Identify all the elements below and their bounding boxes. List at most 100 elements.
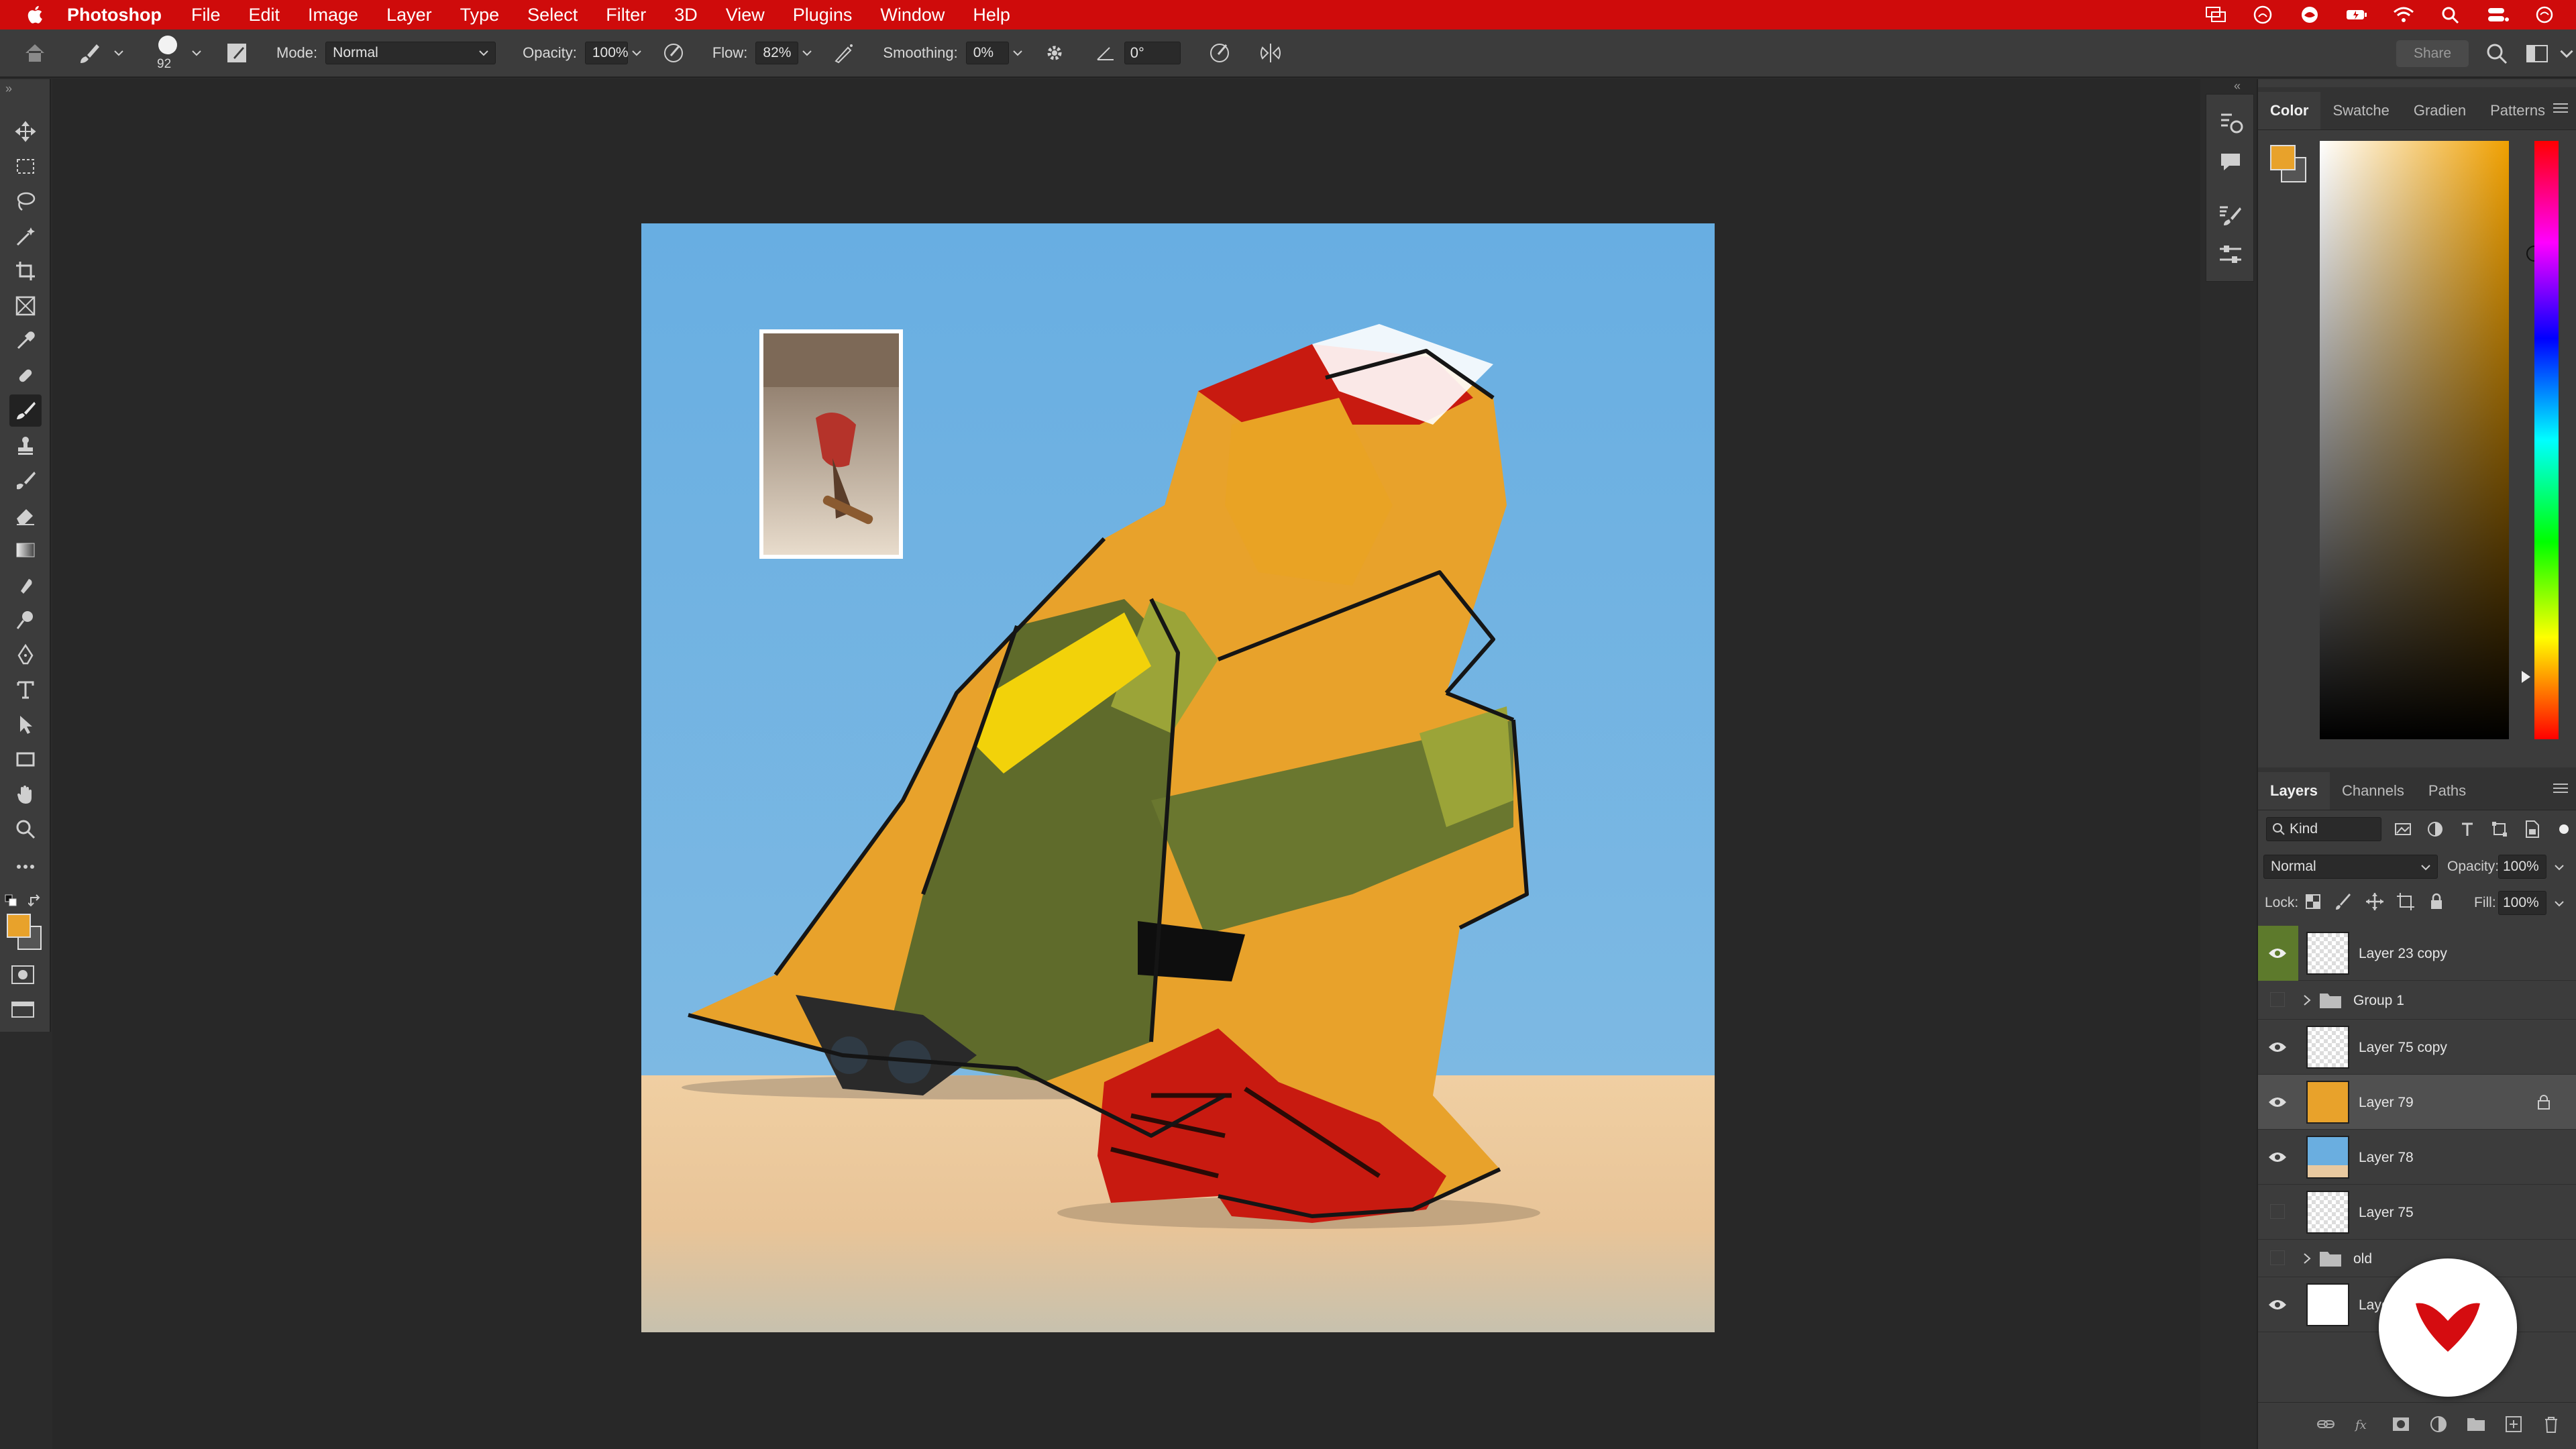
tab-paths[interactable]: Paths — [2416, 772, 2478, 810]
magic-wand-tool[interactable] — [9, 220, 42, 252]
workspace-icon[interactable] — [2525, 42, 2549, 66]
color-picker-field[interactable] — [2320, 141, 2542, 739]
document-canvas[interactable] — [641, 223, 1715, 1332]
creative-cloud-icon[interactable] — [2251, 5, 2274, 25]
adjustment-layer-filter-icon[interactable] — [2424, 818, 2446, 840]
layer-row[interactable]: Layer 75 copy — [2258, 1020, 2576, 1075]
lock-artboard-icon[interactable] — [2395, 891, 2416, 912]
flow-field[interactable]: 82% — [755, 42, 799, 64]
panel-menu-icon[interactable] — [2552, 102, 2569, 114]
lock-position-icon[interactable] — [2364, 891, 2385, 912]
hue-slider[interactable] — [2534, 141, 2559, 739]
layer-row[interactable]: Layer 78 — [2258, 1130, 2576, 1185]
layer-row-selected[interactable]: Layer 79 — [2258, 1075, 2576, 1130]
menu-edit[interactable]: Edit — [249, 5, 280, 25]
more-tools[interactable] — [9, 851, 42, 883]
menu-plugins[interactable]: Plugins — [793, 5, 853, 25]
layer-name[interactable]: Layer 75 — [2359, 1205, 2414, 1221]
eyedropper-tool[interactable] — [9, 325, 42, 357]
brush-tool[interactable] — [9, 394, 42, 427]
layer-name[interactable]: Layer 23 copy — [2359, 946, 2447, 962]
airbrush-icon[interactable] — [832, 41, 856, 65]
smoothing-field[interactable]: 0% — [965, 42, 1009, 64]
tab-swatches[interactable]: Swatche — [2320, 92, 2401, 129]
type-layer-filter-icon[interactable] — [2457, 818, 2478, 840]
fill-field[interactable]: 100% — [2498, 891, 2546, 915]
menu-layer[interactable]: Layer — [386, 5, 432, 25]
panel-menu-icon[interactable] — [2552, 782, 2569, 794]
gear-icon[interactable] — [1042, 41, 1067, 65]
type-tool[interactable] — [9, 674, 42, 706]
wifi-icon[interactable] — [2392, 5, 2415, 25]
battery-icon[interactable] — [2345, 5, 2368, 25]
lasso-tool[interactable] — [9, 185, 42, 217]
crop-tool[interactable] — [9, 255, 42, 287]
brush-settings-panel-icon[interactable] — [225, 42, 248, 64]
chevron-right-icon[interactable] — [2302, 994, 2312, 1007]
move-tool[interactable] — [9, 115, 42, 148]
chevron-down-icon[interactable] — [2555, 864, 2564, 871]
chevron-down-icon[interactable] — [2560, 42, 2573, 66]
chevron-down-icon[interactable] — [192, 50, 201, 56]
collapse-dock-icon[interactable]: « — [2234, 79, 2241, 93]
adjustment-layer-icon[interactable] — [2428, 1414, 2449, 1434]
visibility-off-box[interactable] — [2270, 1250, 2285, 1265]
eye-icon[interactable] — [2267, 1298, 2288, 1311]
zoom-tool[interactable] — [9, 813, 42, 845]
brush-settings-icon[interactable] — [2217, 202, 2244, 229]
layer-group-row[interactable]: Group 1 — [2258, 981, 2576, 1020]
home-icon[interactable] — [23, 41, 47, 65]
screen-mirror-icon[interactable] — [2204, 5, 2227, 25]
path-selection-tool[interactable] — [9, 708, 42, 741]
visibility-off-box[interactable] — [2270, 992, 2285, 1007]
color-panel-foreground-swatch[interactable] — [2270, 145, 2296, 170]
foreground-color-swatch[interactable] — [7, 914, 31, 938]
layer-name[interactable]: Layer 78 — [2359, 1150, 2414, 1166]
eye-icon[interactable] — [2267, 1095, 2288, 1109]
control-center-icon[interactable] — [2486, 5, 2509, 25]
chevron-down-icon[interactable] — [632, 50, 641, 56]
symmetry-icon[interactable] — [1258, 41, 1283, 65]
cc-sync-icon[interactable] — [2298, 5, 2321, 25]
brush-preset-icon[interactable] — [78, 42, 101, 64]
properties-icon[interactable] — [2217, 241, 2244, 268]
trash-icon[interactable] — [2541, 1414, 2561, 1434]
layer-name[interactable]: old — [2353, 1251, 2372, 1267]
mode-select[interactable]: Normal — [325, 42, 496, 64]
pixel-layer-filter-icon[interactable] — [2392, 818, 2414, 840]
app-name-menu[interactable]: Photoshop — [67, 5, 162, 25]
pen-tool[interactable] — [9, 639, 42, 671]
healing-brush-tool[interactable] — [9, 360, 42, 392]
filter-toggle-icon[interactable] — [2553, 818, 2575, 840]
brush-angle-field[interactable]: 0° — [1124, 42, 1181, 64]
gradient-tool[interactable] — [9, 534, 42, 566]
pressure-size-icon[interactable] — [1208, 41, 1232, 65]
brush-size-picker[interactable]: 92 — [148, 32, 188, 74]
collapse-toolbar-icon[interactable]: » — [5, 82, 12, 96]
spotlight-search-icon[interactable] — [2439, 5, 2462, 25]
layer-row[interactable]: Layer 75 — [2258, 1185, 2576, 1240]
brush-angle-icon[interactable] — [1093, 41, 1118, 65]
siri-icon[interactable] — [2533, 5, 2556, 25]
layer-name[interactable]: Group 1 — [2353, 993, 2404, 1009]
pressure-opacity-icon[interactable] — [661, 41, 686, 65]
apple-icon[interactable] — [24, 3, 47, 26]
fx-icon[interactable]: fx — [2353, 1414, 2373, 1434]
menu-image[interactable]: Image — [308, 5, 358, 25]
eraser-tool[interactable] — [9, 499, 42, 531]
chevron-down-icon[interactable] — [1013, 50, 1022, 56]
link-layers-icon[interactable] — [2316, 1414, 2336, 1434]
swap-colors-icon[interactable] — [28, 894, 44, 910]
chevron-right-icon[interactable] — [2302, 1252, 2312, 1265]
rectangle-tool[interactable] — [9, 743, 42, 775]
comments-icon[interactable] — [2217, 148, 2244, 175]
history-icon[interactable] — [2217, 109, 2244, 136]
eye-icon[interactable] — [2267, 947, 2288, 960]
tab-color[interactable]: Color — [2258, 92, 2321, 129]
visibility-off-box[interactable] — [2270, 1204, 2285, 1219]
layer-row[interactable]: Layer 23 copy — [2258, 926, 2576, 981]
menu-filter[interactable]: Filter — [606, 5, 646, 25]
tab-channels[interactable]: Channels — [2330, 772, 2416, 810]
tab-patterns[interactable]: Patterns — [2478, 92, 2557, 129]
canvas-workspace[interactable] — [52, 79, 2200, 1449]
